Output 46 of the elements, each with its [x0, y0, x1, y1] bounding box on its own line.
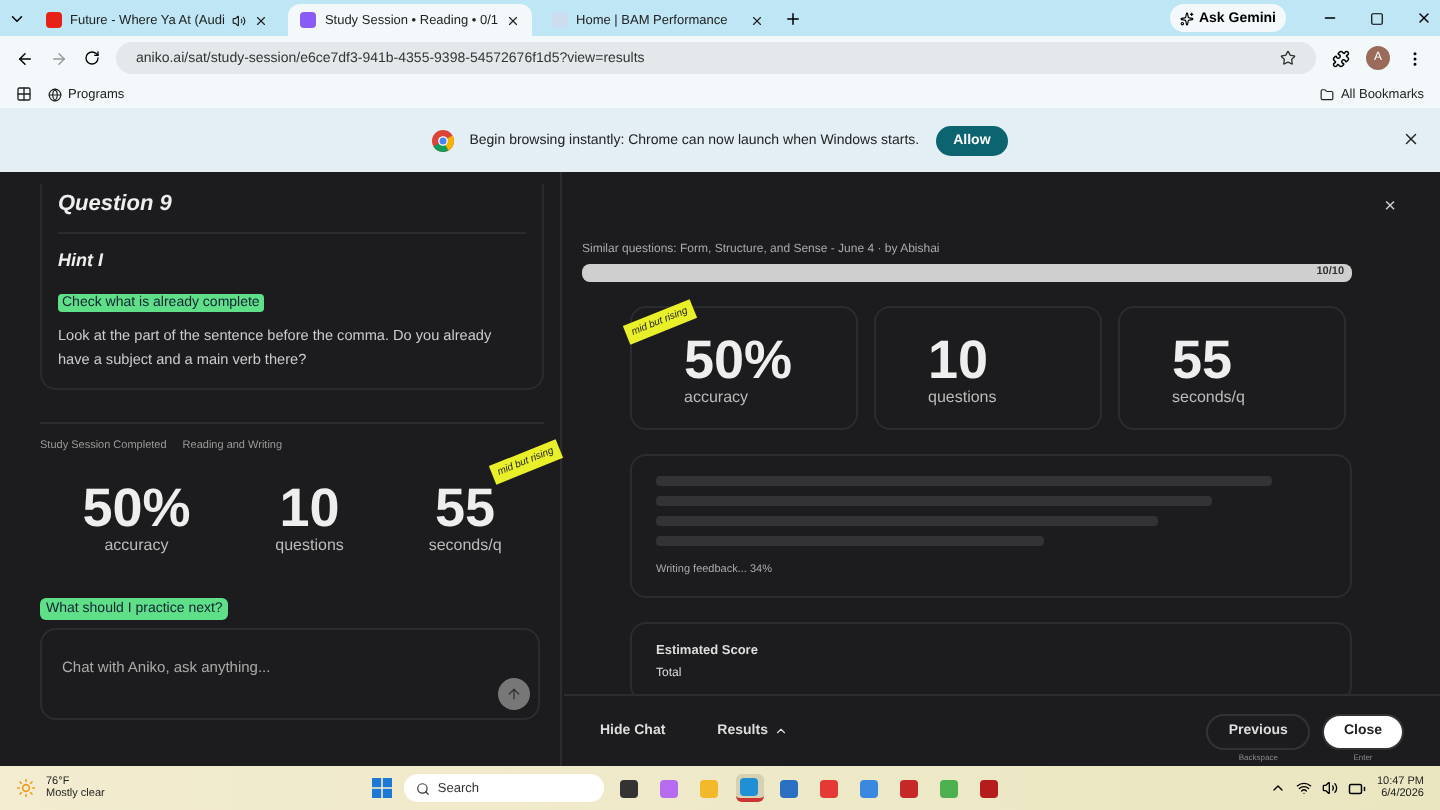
stat-label: accuracy [104, 536, 169, 554]
stat-value: 10 [279, 480, 340, 536]
extensions-icon[interactable] [1332, 49, 1350, 67]
stat-label: seconds/q [428, 536, 502, 554]
stat-label: seconds/q [1172, 387, 1245, 405]
stat-value: 55 [1172, 331, 1233, 387]
reload-icon[interactable] [84, 50, 100, 66]
stat-label: accuracy [684, 387, 749, 405]
question-title: Question 9 [58, 192, 526, 234]
folder-icon [1320, 87, 1335, 101]
close-icon[interactable] [254, 13, 269, 27]
back-icon[interactable] [16, 49, 34, 67]
bookmark-star-icon[interactable] [1280, 50, 1296, 66]
battery-icon[interactable] [1348, 779, 1367, 797]
stat-value: 10 [928, 331, 989, 387]
favicon-icon [300, 12, 317, 28]
speaker-icon[interactable] [232, 13, 247, 27]
sparkle-icon [1180, 11, 1195, 25]
stat-value: 50% [82, 480, 191, 536]
chrome-logo-icon [431, 129, 454, 151]
send-button[interactable] [498, 678, 530, 710]
close-icon[interactable] [1402, 130, 1420, 148]
apps-icon[interactable] [16, 86, 32, 102]
taskbar-app-icon[interactable] [615, 774, 644, 802]
wifi-icon[interactable] [1296, 780, 1313, 796]
new-tab-icon[interactable] [784, 9, 803, 27]
forward-icon[interactable] [50, 49, 68, 67]
stat-label: questions [928, 387, 997, 405]
arrow-up-icon [506, 686, 522, 702]
speaker-icon[interactable] [1322, 780, 1339, 796]
taskbar-app-icon[interactable] [975, 774, 1004, 802]
close-icon[interactable] [506, 13, 521, 27]
close-icon[interactable] [1416, 10, 1432, 26]
windows-logo-icon[interactable] [371, 778, 392, 798]
close-icon[interactable] [750, 13, 765, 27]
caret-icon [773, 724, 788, 738]
globe-icon [48, 87, 62, 101]
search-icon [415, 781, 430, 795]
stat-value: 55 [435, 480, 496, 536]
maximize-icon[interactable] [1370, 11, 1384, 25]
stat-label: questions [275, 536, 344, 554]
favicon-icon [46, 12, 62, 28]
taskbar-app-icon[interactable] [895, 774, 924, 802]
close-button[interactable]: × [1384, 196, 1396, 218]
chevron-icon[interactable] [1270, 780, 1287, 796]
hint-title: Hint I [58, 250, 105, 270]
